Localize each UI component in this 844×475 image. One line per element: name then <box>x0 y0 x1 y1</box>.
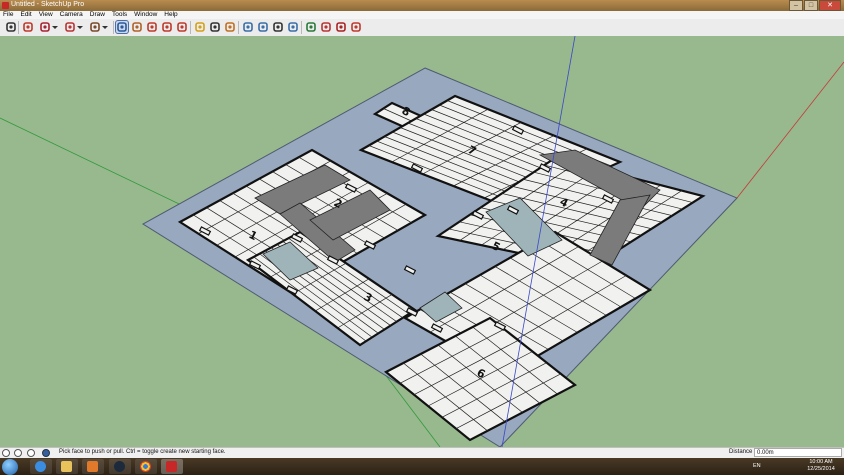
ruby-icon[interactable] <box>350 21 362 33</box>
menu-edit[interactable]: Edit <box>20 11 31 19</box>
file-explorer-icon[interactable] <box>56 459 78 474</box>
title-bar: Untitled - SketchUp Pro – □ ✕ <box>0 0 844 11</box>
menu-window[interactable]: Window <box>134 11 157 19</box>
close-button[interactable]: ✕ <box>819 0 841 11</box>
credits-icon[interactable] <box>14 449 22 457</box>
eraser-tool-icon[interactable] <box>22 21 34 33</box>
select-tool-icon[interactable] <box>5 21 17 33</box>
pan-tool-icon[interactable] <box>257 21 269 33</box>
drawing-viewport[interactable]: 12345678 <box>0 36 844 447</box>
shape-tool-icon[interactable] <box>89 21 101 33</box>
extension-warehouse-icon[interactable] <box>335 21 347 33</box>
text-tool-icon[interactable] <box>209 21 221 33</box>
arc-dropdown-icon[interactable] <box>76 21 84 33</box>
menu-bar: File Edit View Camera Draw Tools Window … <box>0 11 844 19</box>
scale-tool-icon[interactable] <box>176 21 188 33</box>
language-indicator[interactable]: EN <box>753 463 761 469</box>
menu-file[interactable]: File <box>3 11 13 19</box>
chrome-icon[interactable] <box>135 459 157 474</box>
toolbar-separator <box>190 21 191 34</box>
push-pull-tool-icon[interactable] <box>115 20 129 34</box>
menu-camera[interactable]: Camera <box>60 11 83 19</box>
warehouse-icon[interactable] <box>305 21 317 33</box>
instructor-icon[interactable] <box>42 449 50 457</box>
menu-view[interactable]: View <box>39 11 53 19</box>
toolbar-separator <box>18 21 19 34</box>
move-tool-icon[interactable] <box>146 21 158 33</box>
arc-tool-icon[interactable] <box>64 21 76 33</box>
measurements-field[interactable]: 0.00m <box>754 448 842 457</box>
clock-date: 12/25/2014 <box>807 466 835 472</box>
windows-taskbar: EN 10:00 AM 12/25/2014 <box>0 458 844 475</box>
start-button-icon[interactable] <box>2 459 18 475</box>
toolbar-separator <box>238 21 239 34</box>
rotate-tool-icon[interactable] <box>161 21 173 33</box>
menu-tools[interactable]: Tools <box>112 11 127 19</box>
tape-measure-tool-icon[interactable] <box>194 21 206 33</box>
zoom-extents-tool-icon[interactable] <box>287 21 299 33</box>
user-icon[interactable] <box>27 449 35 457</box>
offset-tool-icon[interactable] <box>131 21 143 33</box>
line-tool-icon[interactable] <box>39 21 51 33</box>
minimize-button[interactable]: – <box>789 0 803 11</box>
shape-dropdown-icon[interactable] <box>101 21 109 33</box>
menu-help[interactable]: Help <box>164 11 177 19</box>
toolbar-separator <box>301 21 302 34</box>
sketchup-app-icon <box>2 2 9 9</box>
clock-time: 10:00 AM <box>809 459 833 465</box>
toolbar <box>0 19 844 37</box>
maximize-button[interactable]: □ <box>804 0 818 11</box>
menu-draw[interactable]: Draw <box>90 11 105 19</box>
steam-icon[interactable] <box>109 459 131 474</box>
paint-bucket-tool-icon[interactable] <box>224 21 236 33</box>
system-clock[interactable]: 10:00 AM 12/25/2014 <box>800 459 842 473</box>
line-dropdown-icon[interactable] <box>51 21 59 33</box>
status-hint: Pick face to push or pull. Ctrl = toggle… <box>59 449 226 455</box>
orbit-tool-icon[interactable] <box>242 21 254 33</box>
media-player-icon[interactable] <box>82 459 104 474</box>
internet-explorer-icon[interactable] <box>30 459 52 474</box>
sketchup-icon[interactable] <box>161 459 183 474</box>
model-scene[interactable]: 12345678 <box>0 36 844 447</box>
share-model-icon[interactable] <box>320 21 332 33</box>
geo-location-icon[interactable] <box>2 449 10 457</box>
toolbar-separator <box>113 21 114 34</box>
measurements-label: Distance <box>729 449 753 455</box>
zoom-tool-icon[interactable] <box>272 21 284 33</box>
window-title: Untitled - SketchUp Pro <box>11 1 85 8</box>
